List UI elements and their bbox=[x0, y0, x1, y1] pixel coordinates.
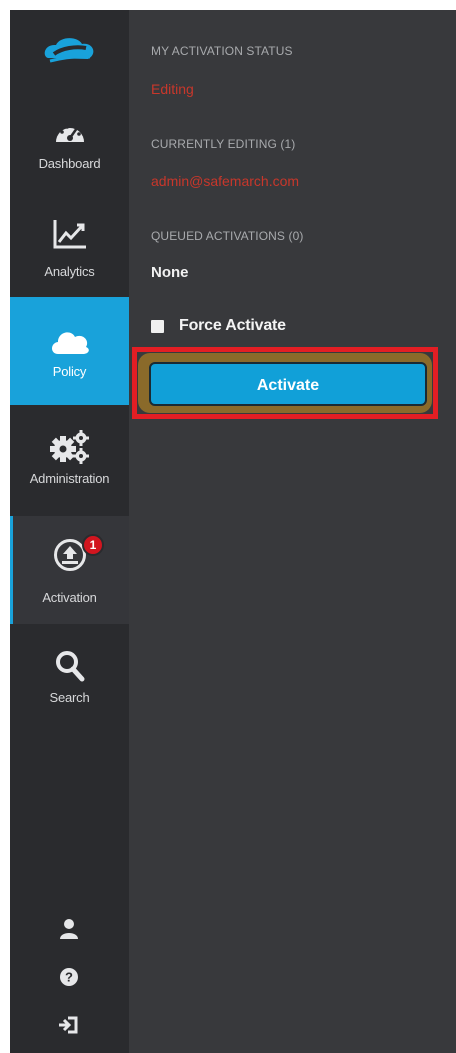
sidebar-item-label: Administration bbox=[29, 471, 110, 486]
sidebar-item-label: Analytics bbox=[44, 264, 95, 279]
gauge-icon bbox=[55, 125, 84, 142]
force-activate-label: Force Activate bbox=[179, 317, 286, 334]
editing-user: admin@safemarch.com bbox=[151, 173, 300, 189]
cloud-logo-icon[interactable] bbox=[38, 34, 100, 68]
sidebar-item-policy[interactable]: Policy bbox=[10, 297, 129, 405]
gears-icon bbox=[49, 430, 89, 464]
sidebar-item-label: Search bbox=[49, 690, 90, 705]
search-icon bbox=[55, 651, 84, 682]
queued-activations-label: QUEUED ACTIVATIONS (0) bbox=[151, 229, 304, 243]
currently-editing-label: CURRENTLY EDITING (1) bbox=[151, 137, 296, 151]
queued-value: None bbox=[151, 264, 189, 281]
force-activate-checkbox[interactable] bbox=[151, 319, 164, 333]
sidebar-item-label: Dashboard bbox=[38, 156, 101, 171]
notification-badge: 1 bbox=[82, 534, 104, 556]
svg-text:?: ? bbox=[65, 970, 73, 985]
app-frame: Dashboard Analytics Policy Administratio… bbox=[10, 10, 456, 1053]
sidebar-item-analytics[interactable]: Analytics bbox=[10, 204, 129, 312]
cloud-icon bbox=[51, 332, 89, 354]
help-icon[interactable]: ? bbox=[54, 962, 84, 992]
logout-icon[interactable] bbox=[54, 1010, 84, 1040]
status-value: Editing bbox=[151, 81, 194, 97]
my-activation-status-label: MY ACTIVATION STATUS bbox=[151, 44, 293, 58]
sidebar-item-activation[interactable]: 1 Activation bbox=[10, 516, 129, 624]
sidebar-item-label: Activation bbox=[42, 590, 97, 605]
sidebar-item-administration[interactable]: Administration bbox=[10, 407, 129, 515]
line-chart-icon bbox=[53, 220, 86, 249]
sidebar-item-dashboard[interactable]: Dashboard bbox=[10, 96, 129, 204]
activation-panel: MY ACTIVATION STATUS Editing CURRENTLY E… bbox=[129, 10, 456, 1053]
force-activate-option[interactable]: Force Activate bbox=[151, 316, 286, 336]
user-icon[interactable] bbox=[54, 914, 84, 944]
sidebar: Dashboard Analytics Policy Administratio… bbox=[10, 10, 129, 1053]
sidebar-item-label: Policy bbox=[52, 364, 87, 379]
sidebar-item-search[interactable]: Search bbox=[10, 636, 129, 744]
activate-button[interactable]: Activate bbox=[149, 362, 427, 406]
